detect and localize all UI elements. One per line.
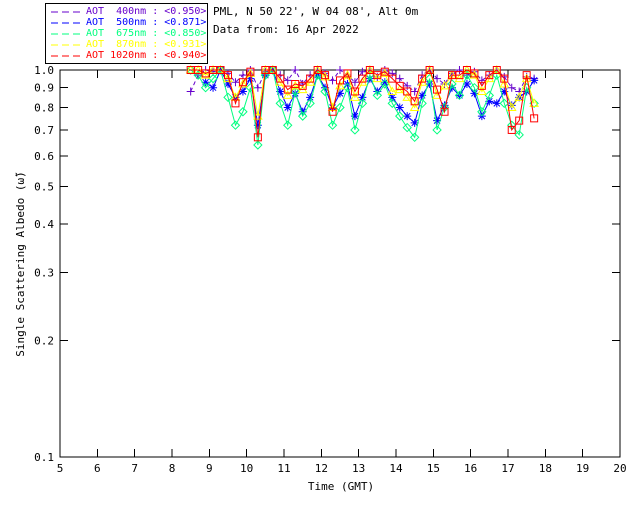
x-tick-label: 20 <box>613 462 626 475</box>
plus-marker <box>358 67 367 76</box>
y-tick-label: 0.4 <box>34 218 54 231</box>
x-tick-label: 13 <box>352 462 365 475</box>
legend-label: AOT 1020nm : <0.940> <box>86 50 207 61</box>
y-tick-label: 0.7 <box>34 124 54 137</box>
plus-marker <box>328 76 337 85</box>
x-tick-label: 12 <box>315 462 328 475</box>
ssa-chart: Time (GMT) Single Scattering Albedo (ω̃)… <box>14 64 627 493</box>
legend-line-sample <box>51 11 82 12</box>
legend-line-sample <box>51 44 82 45</box>
x-axis-label: Time (GMT) <box>308 480 374 493</box>
plot-title: PML, N 50 22', W 04 08', Alt 0m <box>213 5 419 18</box>
x-tick-label: 6 <box>94 462 101 475</box>
x-tick-label: 16 <box>464 462 477 475</box>
legend-label: AOT 500nm : <0.871> <box>86 17 207 28</box>
legend-line-sample <box>51 33 82 34</box>
y-tick-label: 0.8 <box>34 102 54 115</box>
plot-subtitle: Data from: 16 Apr 2022 <box>213 23 359 36</box>
x-tick-label: 11 <box>277 462 290 475</box>
legend-entry: AOT 1020nm : <0.940> <box>51 50 207 61</box>
tick-labels: 5 6 7 8 9 10 11 12 13 14 15 16 17 18 19 20 1.0 0.9 0.8 0.7 0… <box>34 64 627 475</box>
x-tick-label: 10 <box>240 462 253 475</box>
legend-label: AOT 400nm : <0.950> <box>86 6 207 17</box>
x-tick-label: 15 <box>427 462 440 475</box>
plus-marker <box>507 83 516 92</box>
y-tick-label: 0.9 <box>34 82 54 95</box>
legend-line-sample <box>51 55 82 56</box>
asterisk-marker <box>530 76 539 85</box>
axes <box>59 69 621 458</box>
y-tick-label: 0.2 <box>34 335 54 348</box>
legend-label: AOT 870nm : <0.931> <box>86 39 207 50</box>
y-tick-label: 1.0 <box>34 64 54 77</box>
x-tick-label: 8 <box>169 462 176 475</box>
y-tick-label: 0.1 <box>34 451 54 464</box>
title-block: PML, N 50 22', W 04 08', Alt 0m Data fro… <box>213 6 418 35</box>
x-tick-label: 17 <box>501 462 514 475</box>
x-tick-label: 14 <box>389 462 403 475</box>
plot-box <box>59 69 621 458</box>
x-tick-label: 19 <box>576 462 589 475</box>
legend-entry: AOT 500nm : <0.871> <box>51 17 207 28</box>
plus-marker <box>186 87 195 96</box>
y-axis-label: Single Scattering Albedo (ω̃) <box>14 171 27 356</box>
legend-entry: AOT 400nm : <0.950> <box>51 6 207 17</box>
legend-entry: AOT 870nm : <0.931> <box>51 39 207 50</box>
legend-entry: AOT 675nm : <0.850> <box>51 28 207 39</box>
y-tick-label: 0.3 <box>34 266 54 279</box>
legend: AOT 400nm : <0.950> AOT 500nm : <0.871> AO… <box>45 3 208 64</box>
x-tick-label: 5 <box>57 462 64 475</box>
plot-window: Time (GMT) Single Scattering Albedo (ω̃)… <box>0 0 640 512</box>
legend-line-sample <box>51 22 82 23</box>
legend-label: AOT 675nm : <0.850> <box>86 28 207 39</box>
plus-marker <box>336 66 344 74</box>
plus-marker <box>291 66 300 74</box>
y-tick-label: 0.6 <box>34 150 54 163</box>
plus-marker <box>395 74 404 83</box>
asterisk-marker <box>395 103 404 112</box>
x-tick-label: 18 <box>539 462 552 475</box>
x-tick-label: 7 <box>131 462 138 475</box>
x-tick-label: 9 <box>206 462 213 475</box>
y-tick-label: 0.5 <box>34 180 54 193</box>
plus-marker <box>283 76 292 85</box>
